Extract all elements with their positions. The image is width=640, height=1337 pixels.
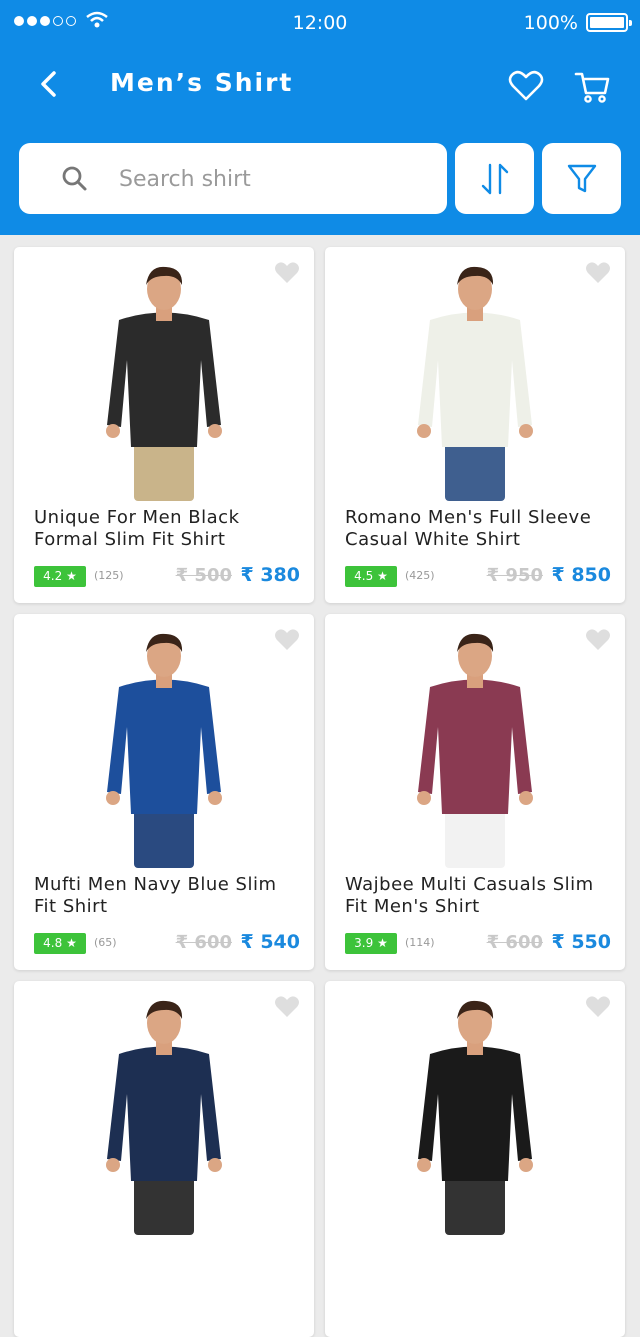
review-count: (425) xyxy=(405,569,435,582)
page-title: Men’s Shirt xyxy=(110,68,294,97)
sort-button[interactable] xyxy=(455,143,534,214)
wishlist-heart-icon[interactable] xyxy=(508,68,544,104)
sale-price: ₹ 380 xyxy=(240,564,301,586)
favorite-heart-icon[interactable] xyxy=(274,261,300,285)
rating-badge: 4.2 ★ xyxy=(34,566,86,587)
product-image xyxy=(106,266,222,501)
review-count: (65) xyxy=(94,936,117,949)
product-image xyxy=(417,633,533,868)
filter-button[interactable] xyxy=(542,143,621,214)
product-card[interactable]: Mufti Men Navy Blue Slim Fit Shirt 4.8 ★… xyxy=(14,614,314,970)
original-price: ₹ 500 xyxy=(175,565,232,586)
product-card[interactable] xyxy=(14,981,314,1337)
cart-icon[interactable] xyxy=(573,66,611,106)
sale-price: ₹ 850 xyxy=(551,564,612,586)
battery-percent: 100% xyxy=(523,12,578,34)
favorite-heart-icon[interactable] xyxy=(274,995,300,1019)
review-count: (114) xyxy=(405,936,435,949)
product-name: Unique For Men Black Formal Slim Fit Shi… xyxy=(34,507,240,550)
product-name: Mufti Men Navy Blue Slim Fit Shirt xyxy=(34,874,277,917)
review-count: (125) xyxy=(94,569,124,582)
original-price: ₹ 950 xyxy=(486,565,543,586)
favorite-heart-icon[interactable] xyxy=(585,995,611,1019)
original-price: ₹ 600 xyxy=(486,932,543,953)
search-input[interactable] xyxy=(119,159,429,199)
favorite-heart-icon[interactable] xyxy=(274,628,300,652)
sale-price: ₹ 540 xyxy=(240,931,301,953)
product-card[interactable]: Wajbee Multi Casuals Slim Fit Men's Shir… xyxy=(325,614,625,970)
product-card[interactable] xyxy=(325,981,625,1337)
product-name: Wajbee Multi Casuals Slim Fit Men's Shir… xyxy=(345,874,594,917)
search-bar[interactable] xyxy=(19,143,447,214)
product-name: Romano Men's Full Sleeve Casual White Sh… xyxy=(345,507,592,550)
rating-badge: 3.9 ★ xyxy=(345,933,397,954)
product-image xyxy=(417,266,533,501)
favorite-heart-icon[interactable] xyxy=(585,261,611,285)
filter-funnel-icon xyxy=(567,164,596,192)
sale-price: ₹ 550 xyxy=(551,931,612,953)
rating-badge: 4.8 ★ xyxy=(34,933,86,954)
rating-badge: 4.5 ★ xyxy=(345,566,397,587)
product-image xyxy=(106,633,222,868)
product-image xyxy=(417,1000,533,1235)
search-icon xyxy=(62,166,87,191)
app-header: 12:00 100% Men’s Shirt xyxy=(0,0,640,235)
back-arrow-icon[interactable] xyxy=(30,64,70,104)
battery-icon xyxy=(586,13,632,32)
product-image xyxy=(106,1000,222,1235)
original-price: ₹ 600 xyxy=(175,932,232,953)
status-bar: 12:00 100% xyxy=(0,0,640,46)
favorite-heart-icon[interactable] xyxy=(585,628,611,652)
sort-arrows-icon xyxy=(481,163,508,194)
product-card[interactable]: Romano Men's Full Sleeve Casual White Sh… xyxy=(325,247,625,603)
product-card[interactable]: Unique For Men Black Formal Slim Fit Shi… xyxy=(14,247,314,603)
